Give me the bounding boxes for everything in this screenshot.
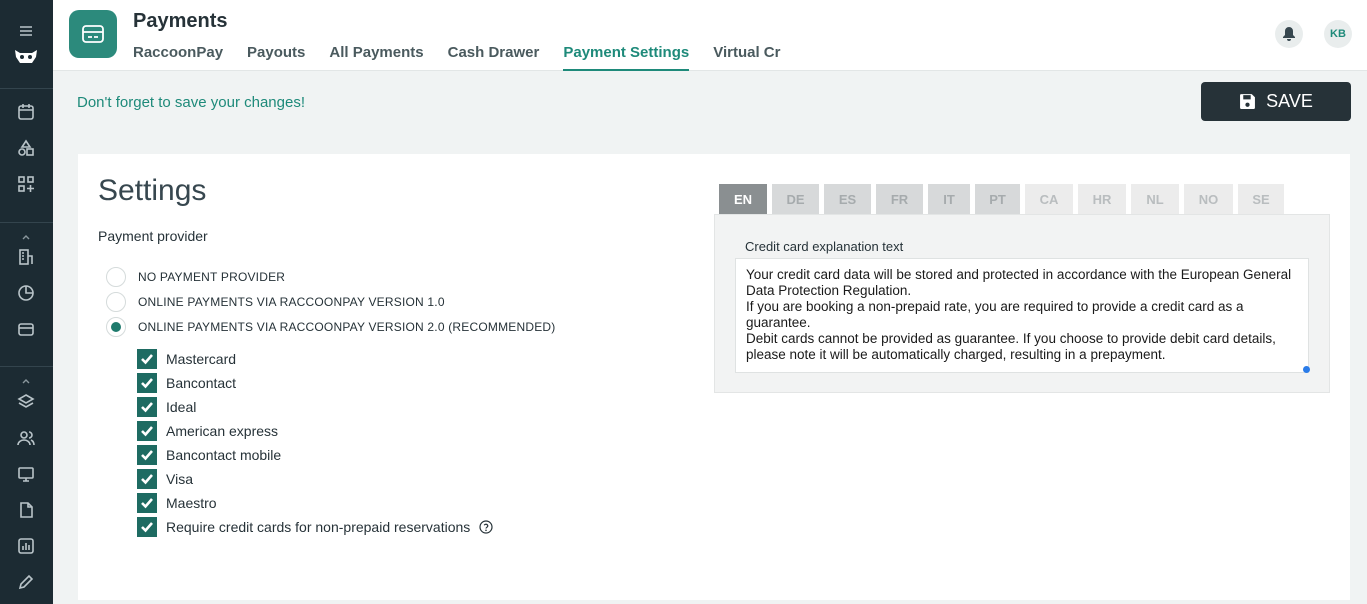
settings-card: Settings Payment provider NO PAYMENT PRO… bbox=[78, 154, 1350, 600]
check-icon bbox=[141, 426, 153, 437]
checkbox-require-credit-cards[interactable]: Require credit cards for non-prepaid res… bbox=[137, 517, 493, 537]
lang-tab-ca[interactable]: CA bbox=[1025, 184, 1073, 214]
checkbox[interactable] bbox=[137, 493, 157, 513]
lang-tab-it[interactable]: IT bbox=[928, 184, 970, 214]
checkbox-label: Bancontact bbox=[166, 375, 237, 391]
shapes-icon[interactable] bbox=[16, 138, 36, 158]
radio-button[interactable] bbox=[106, 292, 126, 312]
menu-icon[interactable] bbox=[16, 21, 36, 41]
tab-cash-drawer[interactable]: Cash Drawer bbox=[448, 44, 540, 71]
apps-icon[interactable] bbox=[16, 174, 36, 194]
checkbox-bancontact[interactable]: Bancontact bbox=[137, 373, 236, 393]
checkbox-label: Ideal bbox=[166, 399, 197, 415]
checkbox-ideal[interactable]: Ideal bbox=[137, 397, 196, 417]
checkbox[interactable] bbox=[137, 373, 157, 393]
checkbox-label: Require credit cards for non-prepaid res… bbox=[166, 519, 471, 535]
lang-tab-no[interactable]: NO bbox=[1184, 184, 1233, 214]
explanation-textarea[interactable]: Your credit card data will be stored and… bbox=[735, 258, 1309, 373]
check-icon bbox=[141, 474, 153, 485]
raccoon-logo-icon[interactable] bbox=[13, 46, 39, 66]
language-tabs: EN DE ES FR IT PT CA HR NL NO SE bbox=[719, 184, 1284, 214]
check-icon bbox=[141, 378, 153, 389]
save-button-label: SAVE bbox=[1266, 91, 1313, 111]
tab-all-payments[interactable]: All Payments bbox=[329, 44, 423, 71]
radio-button[interactable] bbox=[106, 267, 126, 287]
explanation-panel: Credit card explanation text Your credit… bbox=[714, 214, 1330, 393]
payment-screen-icon[interactable] bbox=[16, 464, 36, 484]
checkbox-label: Bancontact mobile bbox=[166, 447, 282, 463]
wallet-icon[interactable] bbox=[16, 319, 36, 339]
bell-icon[interactable] bbox=[1275, 20, 1303, 48]
lang-tab-es[interactable]: ES bbox=[824, 184, 871, 214]
checkbox-mastercard[interactable]: Mastercard bbox=[137, 349, 236, 369]
tab-raccoonpay[interactable]: RaccoonPay bbox=[133, 44, 223, 71]
tab-payment-settings[interactable]: Payment Settings bbox=[563, 44, 690, 71]
chevron-up-icon[interactable] bbox=[21, 228, 31, 240]
lang-tab-nl[interactable]: NL bbox=[1131, 184, 1179, 214]
tab-virtual-credit-cards[interactable]: Virtual Credit Cards bbox=[713, 44, 781, 71]
help-circle-icon[interactable] bbox=[479, 520, 493, 534]
resize-handle[interactable] bbox=[1303, 366, 1310, 373]
lang-tab-hr[interactable]: HR bbox=[1078, 184, 1126, 214]
checkbox-bancontact-mobile[interactable]: Bancontact mobile bbox=[137, 445, 281, 465]
settings-title: Settings bbox=[98, 174, 207, 207]
radio-raccoonpay-v2[interactable]: ONLINE PAYMENTS VIA RACCOONPAY VERSION 2… bbox=[106, 317, 556, 337]
checkbox[interactable] bbox=[137, 349, 157, 369]
radio-label: NO PAYMENT PROVIDER bbox=[138, 270, 286, 284]
save-reminder: Don't forget to save your changes! bbox=[77, 94, 305, 111]
document-icon[interactable] bbox=[16, 500, 36, 520]
checkbox-label: Mastercard bbox=[166, 351, 237, 367]
checkbox-visa[interactable]: Visa bbox=[137, 469, 193, 489]
checkbox[interactable] bbox=[137, 469, 157, 489]
checkbox-label: Visa bbox=[166, 471, 193, 487]
lang-tab-pt[interactable]: PT bbox=[975, 184, 1020, 214]
check-icon bbox=[141, 450, 153, 461]
brush-icon[interactable] bbox=[16, 572, 36, 592]
checkbox-label: American express bbox=[166, 423, 279, 439]
layers-icon[interactable] bbox=[16, 392, 36, 412]
radio-button[interactable] bbox=[106, 317, 126, 337]
tab-payouts[interactable]: Payouts bbox=[247, 44, 305, 71]
radio-label: ONLINE PAYMENTS VIA RACCOONPAY VERSION 1… bbox=[138, 295, 445, 309]
payment-provider-label: Payment provider bbox=[98, 228, 208, 244]
checkbox[interactable] bbox=[137, 445, 157, 465]
checkbox-american-express[interactable]: American express bbox=[137, 421, 278, 441]
check-icon bbox=[141, 402, 153, 413]
check-icon bbox=[141, 498, 153, 509]
stats-icon[interactable] bbox=[16, 536, 36, 556]
chevron-up-icon[interactable] bbox=[21, 372, 31, 384]
checkbox[interactable] bbox=[137, 421, 157, 441]
calendar-icon[interactable] bbox=[16, 102, 36, 122]
avatar[interactable]: KB bbox=[1324, 20, 1352, 48]
sidebar bbox=[0, 0, 53, 604]
lang-tab-de[interactable]: DE bbox=[772, 184, 819, 214]
users-icon[interactable] bbox=[16, 428, 36, 448]
radio-raccoonpay-v1[interactable]: ONLINE PAYMENTS VIA RACCOONPAY VERSION 1… bbox=[106, 292, 445, 312]
page-title: Payments bbox=[133, 10, 228, 32]
lang-tab-fr[interactable]: FR bbox=[876, 184, 923, 214]
pie-chart-icon[interactable] bbox=[16, 283, 36, 303]
tab-bar: RaccoonPay Payouts All Payments Cash Drawer… bbox=[133, 44, 781, 71]
payments-app-icon bbox=[69, 10, 117, 58]
checkbox[interactable] bbox=[137, 517, 157, 537]
building-icon[interactable] bbox=[16, 247, 36, 267]
explanation-label: Credit card explanation text bbox=[745, 239, 904, 254]
save-button[interactable]: SAVE bbox=[1201, 82, 1351, 121]
floppy-icon bbox=[1240, 94, 1256, 109]
radio-no-provider[interactable]: NO PAYMENT PROVIDER bbox=[106, 267, 285, 287]
checkbox[interactable] bbox=[137, 397, 157, 417]
lang-tab-se[interactable]: SE bbox=[1238, 184, 1284, 214]
checkbox-maestro[interactable]: Maestro bbox=[137, 493, 217, 513]
checkbox-label: Maestro bbox=[166, 495, 217, 511]
lang-tab-en[interactable]: EN bbox=[719, 184, 767, 214]
radio-label: ONLINE PAYMENTS VIA RACCOONPAY VERSION 2… bbox=[138, 320, 556, 334]
check-icon bbox=[141, 522, 153, 533]
header: Payments RaccoonPay Payouts All Payments Ca… bbox=[53, 0, 1367, 71]
check-icon bbox=[141, 354, 153, 365]
